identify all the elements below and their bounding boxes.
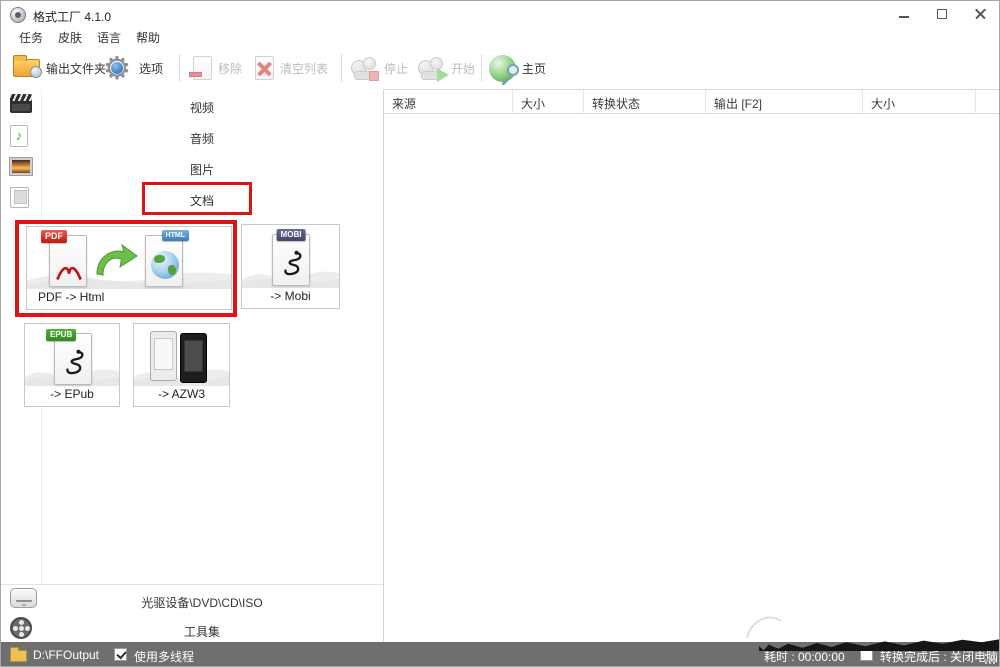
output-path-folder-icon: [10, 650, 27, 662]
gear-icon: ⚙: [101, 51, 133, 85]
converter-label: PDF -> Html: [27, 290, 231, 304]
toolbar-separator: [481, 54, 482, 82]
column-header-size[interactable]: 大小: [513, 90, 584, 113]
converter-card-azw3[interactable]: -> AZW3: [133, 323, 230, 407]
html-badge: HTML: [162, 230, 189, 241]
pdf-file-icon: PDF: [49, 235, 87, 287]
menu-item-language[interactable]: 语言: [97, 29, 123, 47]
menu-bar: 任务 皮肤 语言 帮助: [1, 29, 999, 47]
menu-item-skin[interactable]: 皮肤: [58, 29, 84, 47]
epub-file-icon: EPUB: [54, 333, 92, 385]
output-path[interactable]: D:\FFOutput: [33, 648, 99, 662]
ereader-icon-front: [180, 333, 207, 383]
homepage-button[interactable]: 主页: [489, 47, 546, 89]
multithread-checkbox[interactable]: [114, 648, 127, 661]
column-header-output[interactable]: 输出 [F2]: [706, 90, 863, 113]
app-window: 格式工厂 4.1.0 任务 皮肤 语言 帮助 输出文件夹 ⚙ 选项 移除 清空列…: [0, 0, 1000, 667]
acrobat-mark: [55, 264, 83, 281]
remove-button[interactable]: 移除: [193, 47, 242, 89]
resize-grip-icon[interactable]: [985, 654, 996, 665]
sidebar-item-document[interactable]: 文档: [1, 183, 383, 214]
maximize-icon: [937, 9, 947, 19]
window-title: 格式工厂 4.1.0: [33, 8, 111, 25]
sidebar-item-disc-device[interactable]: 光驱设备\DVD\CD\ISO: [1, 585, 383, 614]
menu-item-help[interactable]: 帮助: [136, 29, 162, 47]
column-header-spacer: [976, 90, 999, 113]
menu-item-task[interactable]: 任务: [19, 29, 45, 47]
snake-glyph: [61, 347, 87, 379]
column-header-source[interactable]: 来源: [384, 90, 513, 113]
column-header-status[interactable]: 转换状态: [584, 90, 706, 113]
title-bar: 格式工厂 4.1.0: [1, 1, 999, 29]
clear-list-icon: [255, 56, 274, 80]
globe-magnifier-icon: [489, 55, 516, 82]
pdf-badge: PDF: [41, 230, 67, 243]
snake-glyph: [279, 248, 305, 280]
converter-label: -> Mobi: [242, 289, 339, 303]
toolbar-separator: [179, 54, 180, 82]
close-button[interactable]: [967, 4, 993, 24]
clear-list-button[interactable]: 清空列表: [255, 47, 328, 89]
sidebar-item-video[interactable]: 视频: [1, 90, 383, 121]
converter-label: -> EPub: [25, 387, 119, 401]
sidebar-item-audio[interactable]: ♪ 音频: [1, 121, 383, 152]
output-folder-icon: [13, 59, 40, 77]
green-arrow-icon: [93, 243, 139, 277]
panel-divider: [383, 89, 384, 642]
html-file-icon: HTML: [145, 235, 183, 287]
minimize-icon: [899, 16, 909, 18]
mobi-badge: MOBI: [277, 229, 306, 241]
converter-card-mobi[interactable]: MOBI -> Mobi: [241, 224, 340, 309]
sidebar-item-picture[interactable]: 图片: [1, 152, 383, 183]
converter-label: -> AZW3: [134, 387, 229, 401]
start-icon: [418, 56, 445, 80]
converter-card-epub[interactable]: EPUB -> EPub: [24, 323, 120, 407]
picture-icon: [10, 158, 32, 175]
ereader-icon-back: [150, 331, 177, 381]
task-table-header: 来源 大小 转换状态 输出 [F2] 大小: [384, 90, 999, 114]
remove-item-icon: [193, 56, 212, 80]
scratch-mark: [739, 609, 787, 639]
category-panel: 视频 ♪ 音频 图片 文档 PDF: [1, 89, 383, 642]
toolbar: 输出文件夹 ⚙ 选项 移除 清空列表 停止 开始 主页: [1, 47, 999, 89]
epub-badge: EPUB: [46, 329, 76, 341]
video-icon: [10, 94, 32, 113]
audio-icon: ♪: [10, 125, 28, 147]
options-button[interactable]: ⚙ 选项: [101, 47, 163, 89]
film-reel-icon: [10, 617, 32, 639]
column-header-size2[interactable]: 大小: [863, 90, 976, 113]
multithread-label: 使用多线程: [134, 648, 194, 665]
stop-button[interactable]: 停止: [351, 47, 408, 89]
converter-card-pdf-html[interactable]: PDF HTML PDF -> Html: [26, 226, 232, 310]
mobi-file-icon: MOBI: [272, 234, 310, 286]
maximize-button[interactable]: [929, 4, 955, 24]
output-folder-button[interactable]: 输出文件夹: [13, 47, 106, 89]
minimize-button[interactable]: [891, 4, 917, 24]
sidebar-item-toolset[interactable]: 工具集: [1, 614, 383, 643]
app-icon: [10, 7, 26, 23]
start-button[interactable]: 开始: [418, 47, 475, 89]
document-icon: [10, 187, 29, 208]
globe-icon: [151, 251, 179, 279]
window-controls: [891, 4, 993, 24]
toolbar-separator: [341, 54, 342, 82]
stop-icon: [351, 56, 378, 80]
